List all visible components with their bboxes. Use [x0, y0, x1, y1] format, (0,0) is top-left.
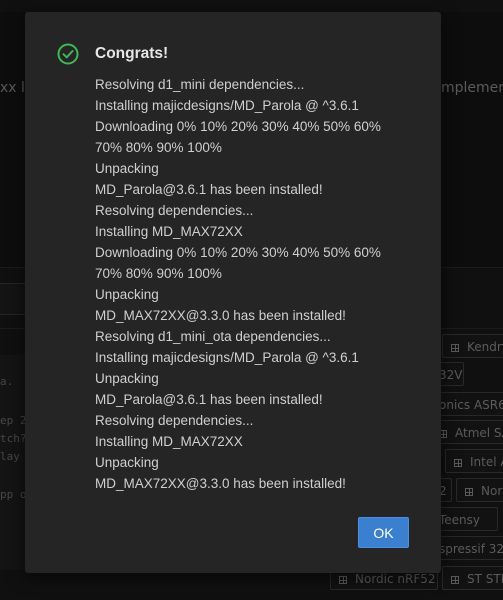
- log-line: MD_MAX72XX@3.3.0 has been installed!: [95, 308, 346, 323]
- log-line: Resolving dependencies...: [95, 203, 254, 218]
- log-line: Installing majicdesigns/MD_Parola @ ^3.6…: [95, 98, 359, 113]
- install-log: Resolving d1_mini dependencies... Install…: [95, 74, 425, 494]
- log-line: Downloading 0% 10% 20% 30% 40% 50% 60%: [95, 119, 381, 134]
- log-line: Installing MD_MAX72XX: [95, 434, 243, 449]
- check-circle-icon: [57, 43, 79, 65]
- log-line: Resolving d1_mini dependencies...: [95, 77, 305, 92]
- log-line: Downloading 0% 10% 20% 30% 40% 50% 60%: [95, 245, 381, 260]
- log-line: Resolving dependencies...: [95, 413, 254, 428]
- log-line: 70% 80% 90% 100%: [95, 266, 222, 281]
- log-line: Unpacking: [95, 161, 159, 176]
- log-line: Unpacking: [95, 287, 159, 302]
- log-line: MD_Parola@3.6.1 has been installed!: [95, 182, 323, 197]
- log-line: Installing MD_MAX72XX: [95, 224, 243, 239]
- log-line: MD_MAX72XX@3.3.0 has been installed!: [95, 476, 346, 491]
- ok-button[interactable]: OK: [358, 517, 409, 548]
- log-line: MD_Parola@3.6.1 has been installed!: [95, 392, 323, 407]
- install-success-dialog: Congrats! Resolving d1_mini dependencies…: [25, 12, 441, 573]
- log-line: 70% 80% 90% 100%: [95, 140, 222, 155]
- log-line: Unpacking: [95, 371, 159, 386]
- dialog-title: Congrats!: [95, 45, 169, 62]
- log-line: Unpacking: [95, 455, 159, 470]
- log-line: Installing majicdesigns/MD_Parola @ ^3.6…: [95, 350, 359, 365]
- log-line: Resolving d1_mini_ota dependencies...: [95, 329, 331, 344]
